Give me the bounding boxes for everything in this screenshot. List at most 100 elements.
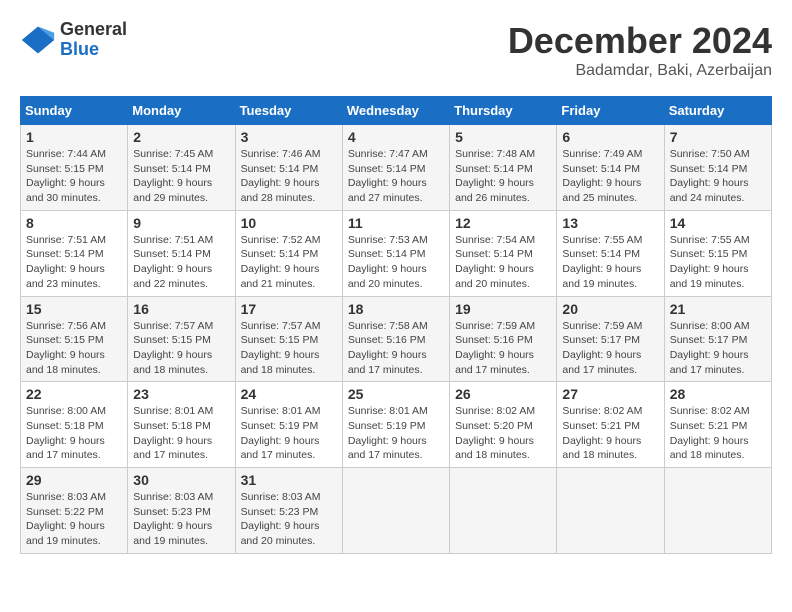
day-detail: Sunrise: 7:51 AM Sunset: 5:14 PM Dayligh… — [133, 233, 229, 292]
day-number: 19 — [455, 301, 551, 317]
day-number: 5 — [455, 129, 551, 145]
day-number: 10 — [241, 215, 337, 231]
day-detail: Sunrise: 7:49 AM Sunset: 5:14 PM Dayligh… — [562, 147, 658, 206]
day-detail: Sunrise: 7:44 AM Sunset: 5:15 PM Dayligh… — [26, 147, 122, 206]
col-thursday: Thursday — [450, 97, 557, 125]
day-detail: Sunrise: 8:02 AM Sunset: 5:21 PM Dayligh… — [670, 404, 766, 463]
day-detail: Sunrise: 7:55 AM Sunset: 5:14 PM Dayligh… — [562, 233, 658, 292]
table-row: 28 Sunrise: 8:02 AM Sunset: 5:21 PM Dayl… — [664, 382, 771, 468]
table-row: 1 Sunrise: 7:44 AM Sunset: 5:15 PM Dayli… — [21, 125, 128, 211]
logo-blue: Blue — [60, 40, 127, 60]
table-row: 25 Sunrise: 8:01 AM Sunset: 5:19 PM Dayl… — [342, 382, 449, 468]
table-row: 4 Sunrise: 7:47 AM Sunset: 5:14 PM Dayli… — [342, 125, 449, 211]
day-number: 13 — [562, 215, 658, 231]
day-detail: Sunrise: 7:57 AM Sunset: 5:15 PM Dayligh… — [241, 319, 337, 378]
day-detail: Sunrise: 7:58 AM Sunset: 5:16 PM Dayligh… — [348, 319, 444, 378]
day-detail: Sunrise: 7:53 AM Sunset: 5:14 PM Dayligh… — [348, 233, 444, 292]
day-number: 22 — [26, 386, 122, 402]
table-row: 14 Sunrise: 7:55 AM Sunset: 5:15 PM Dayl… — [664, 210, 771, 296]
col-sunday: Sunday — [21, 97, 128, 125]
table-row: 30 Sunrise: 8:03 AM Sunset: 5:23 PM Dayl… — [128, 468, 235, 554]
day-detail: Sunrise: 7:57 AM Sunset: 5:15 PM Dayligh… — [133, 319, 229, 378]
table-row: 20 Sunrise: 7:59 AM Sunset: 5:17 PM Dayl… — [557, 296, 664, 382]
col-tuesday: Tuesday — [235, 97, 342, 125]
table-row: 8 Sunrise: 7:51 AM Sunset: 5:14 PM Dayli… — [21, 210, 128, 296]
day-detail: Sunrise: 7:55 AM Sunset: 5:15 PM Dayligh… — [670, 233, 766, 292]
day-detail: Sunrise: 8:01 AM Sunset: 5:19 PM Dayligh… — [241, 404, 337, 463]
day-detail: Sunrise: 8:01 AM Sunset: 5:18 PM Dayligh… — [133, 404, 229, 463]
table-row: 12 Sunrise: 7:54 AM Sunset: 5:14 PM Dayl… — [450, 210, 557, 296]
location-subtitle: Badamdar, Baki, Azerbaijan — [508, 62, 772, 80]
day-number: 20 — [562, 301, 658, 317]
col-wednesday: Wednesday — [342, 97, 449, 125]
day-number: 1 — [26, 129, 122, 145]
table-row: 11 Sunrise: 7:53 AM Sunset: 5:14 PM Dayl… — [342, 210, 449, 296]
table-row: 16 Sunrise: 7:57 AM Sunset: 5:15 PM Dayl… — [128, 296, 235, 382]
day-number: 12 — [455, 215, 551, 231]
table-row: 9 Sunrise: 7:51 AM Sunset: 5:14 PM Dayli… — [128, 210, 235, 296]
table-row: 29 Sunrise: 8:03 AM Sunset: 5:22 PM Dayl… — [21, 468, 128, 554]
table-row: 5 Sunrise: 7:48 AM Sunset: 5:14 PM Dayli… — [450, 125, 557, 211]
day-number: 2 — [133, 129, 229, 145]
day-detail: Sunrise: 8:03 AM Sunset: 5:23 PM Dayligh… — [133, 490, 229, 549]
day-number: 21 — [670, 301, 766, 317]
day-detail: Sunrise: 7:59 AM Sunset: 5:17 PM Dayligh… — [562, 319, 658, 378]
day-detail: Sunrise: 8:03 AM Sunset: 5:22 PM Dayligh… — [26, 490, 122, 549]
day-detail: Sunrise: 7:56 AM Sunset: 5:15 PM Dayligh… — [26, 319, 122, 378]
calendar-week-row: 8 Sunrise: 7:51 AM Sunset: 5:14 PM Dayli… — [21, 210, 772, 296]
day-number: 31 — [241, 472, 337, 488]
table-row: 3 Sunrise: 7:46 AM Sunset: 5:14 PM Dayli… — [235, 125, 342, 211]
day-detail: Sunrise: 7:51 AM Sunset: 5:14 PM Dayligh… — [26, 233, 122, 292]
table-row — [557, 468, 664, 554]
day-number: 15 — [26, 301, 122, 317]
day-number: 28 — [670, 386, 766, 402]
month-title: December 2024 — [508, 20, 772, 62]
calendar-table: Sunday Monday Tuesday Wednesday Thursday… — [20, 96, 772, 554]
day-number: 27 — [562, 386, 658, 402]
day-number: 8 — [26, 215, 122, 231]
day-detail: Sunrise: 8:03 AM Sunset: 5:23 PM Dayligh… — [241, 490, 337, 549]
logo: General Blue — [20, 20, 127, 60]
table-row: 26 Sunrise: 8:02 AM Sunset: 5:20 PM Dayl… — [450, 382, 557, 468]
calendar-header-row: Sunday Monday Tuesday Wednesday Thursday… — [21, 97, 772, 125]
day-detail: Sunrise: 8:00 AM Sunset: 5:17 PM Dayligh… — [670, 319, 766, 378]
day-number: 17 — [241, 301, 337, 317]
table-row: 19 Sunrise: 7:59 AM Sunset: 5:16 PM Dayl… — [450, 296, 557, 382]
table-row: 31 Sunrise: 8:03 AM Sunset: 5:23 PM Dayl… — [235, 468, 342, 554]
day-number: 29 — [26, 472, 122, 488]
table-row: 22 Sunrise: 8:00 AM Sunset: 5:18 PM Dayl… — [21, 382, 128, 468]
page-header: General Blue December 2024 Badamdar, Bak… — [20, 20, 772, 80]
day-detail: Sunrise: 8:02 AM Sunset: 5:20 PM Dayligh… — [455, 404, 551, 463]
calendar-week-row: 15 Sunrise: 7:56 AM Sunset: 5:15 PM Dayl… — [21, 296, 772, 382]
day-detail: Sunrise: 8:00 AM Sunset: 5:18 PM Dayligh… — [26, 404, 122, 463]
col-monday: Monday — [128, 97, 235, 125]
day-number: 6 — [562, 129, 658, 145]
table-row: 21 Sunrise: 8:00 AM Sunset: 5:17 PM Dayl… — [664, 296, 771, 382]
calendar-week-row: 1 Sunrise: 7:44 AM Sunset: 5:15 PM Dayli… — [21, 125, 772, 211]
day-detail: Sunrise: 7:59 AM Sunset: 5:16 PM Dayligh… — [455, 319, 551, 378]
day-detail: Sunrise: 8:02 AM Sunset: 5:21 PM Dayligh… — [562, 404, 658, 463]
day-number: 16 — [133, 301, 229, 317]
day-number: 30 — [133, 472, 229, 488]
table-row: 6 Sunrise: 7:49 AM Sunset: 5:14 PM Dayli… — [557, 125, 664, 211]
day-number: 11 — [348, 215, 444, 231]
day-detail: Sunrise: 7:52 AM Sunset: 5:14 PM Dayligh… — [241, 233, 337, 292]
day-number: 14 — [670, 215, 766, 231]
day-number: 4 — [348, 129, 444, 145]
day-detail: Sunrise: 7:50 AM Sunset: 5:14 PM Dayligh… — [670, 147, 766, 206]
day-number: 26 — [455, 386, 551, 402]
day-number: 3 — [241, 129, 337, 145]
table-row: 24 Sunrise: 8:01 AM Sunset: 5:19 PM Dayl… — [235, 382, 342, 468]
day-number: 9 — [133, 215, 229, 231]
logo-icon — [20, 22, 56, 58]
table-row: 13 Sunrise: 7:55 AM Sunset: 5:14 PM Dayl… — [557, 210, 664, 296]
col-friday: Friday — [557, 97, 664, 125]
day-number: 23 — [133, 386, 229, 402]
day-number: 7 — [670, 129, 766, 145]
day-number: 25 — [348, 386, 444, 402]
table-row: 2 Sunrise: 7:45 AM Sunset: 5:14 PM Dayli… — [128, 125, 235, 211]
calendar-week-row: 29 Sunrise: 8:03 AM Sunset: 5:22 PM Dayl… — [21, 468, 772, 554]
col-saturday: Saturday — [664, 97, 771, 125]
table-row — [664, 468, 771, 554]
table-row: 17 Sunrise: 7:57 AM Sunset: 5:15 PM Dayl… — [235, 296, 342, 382]
